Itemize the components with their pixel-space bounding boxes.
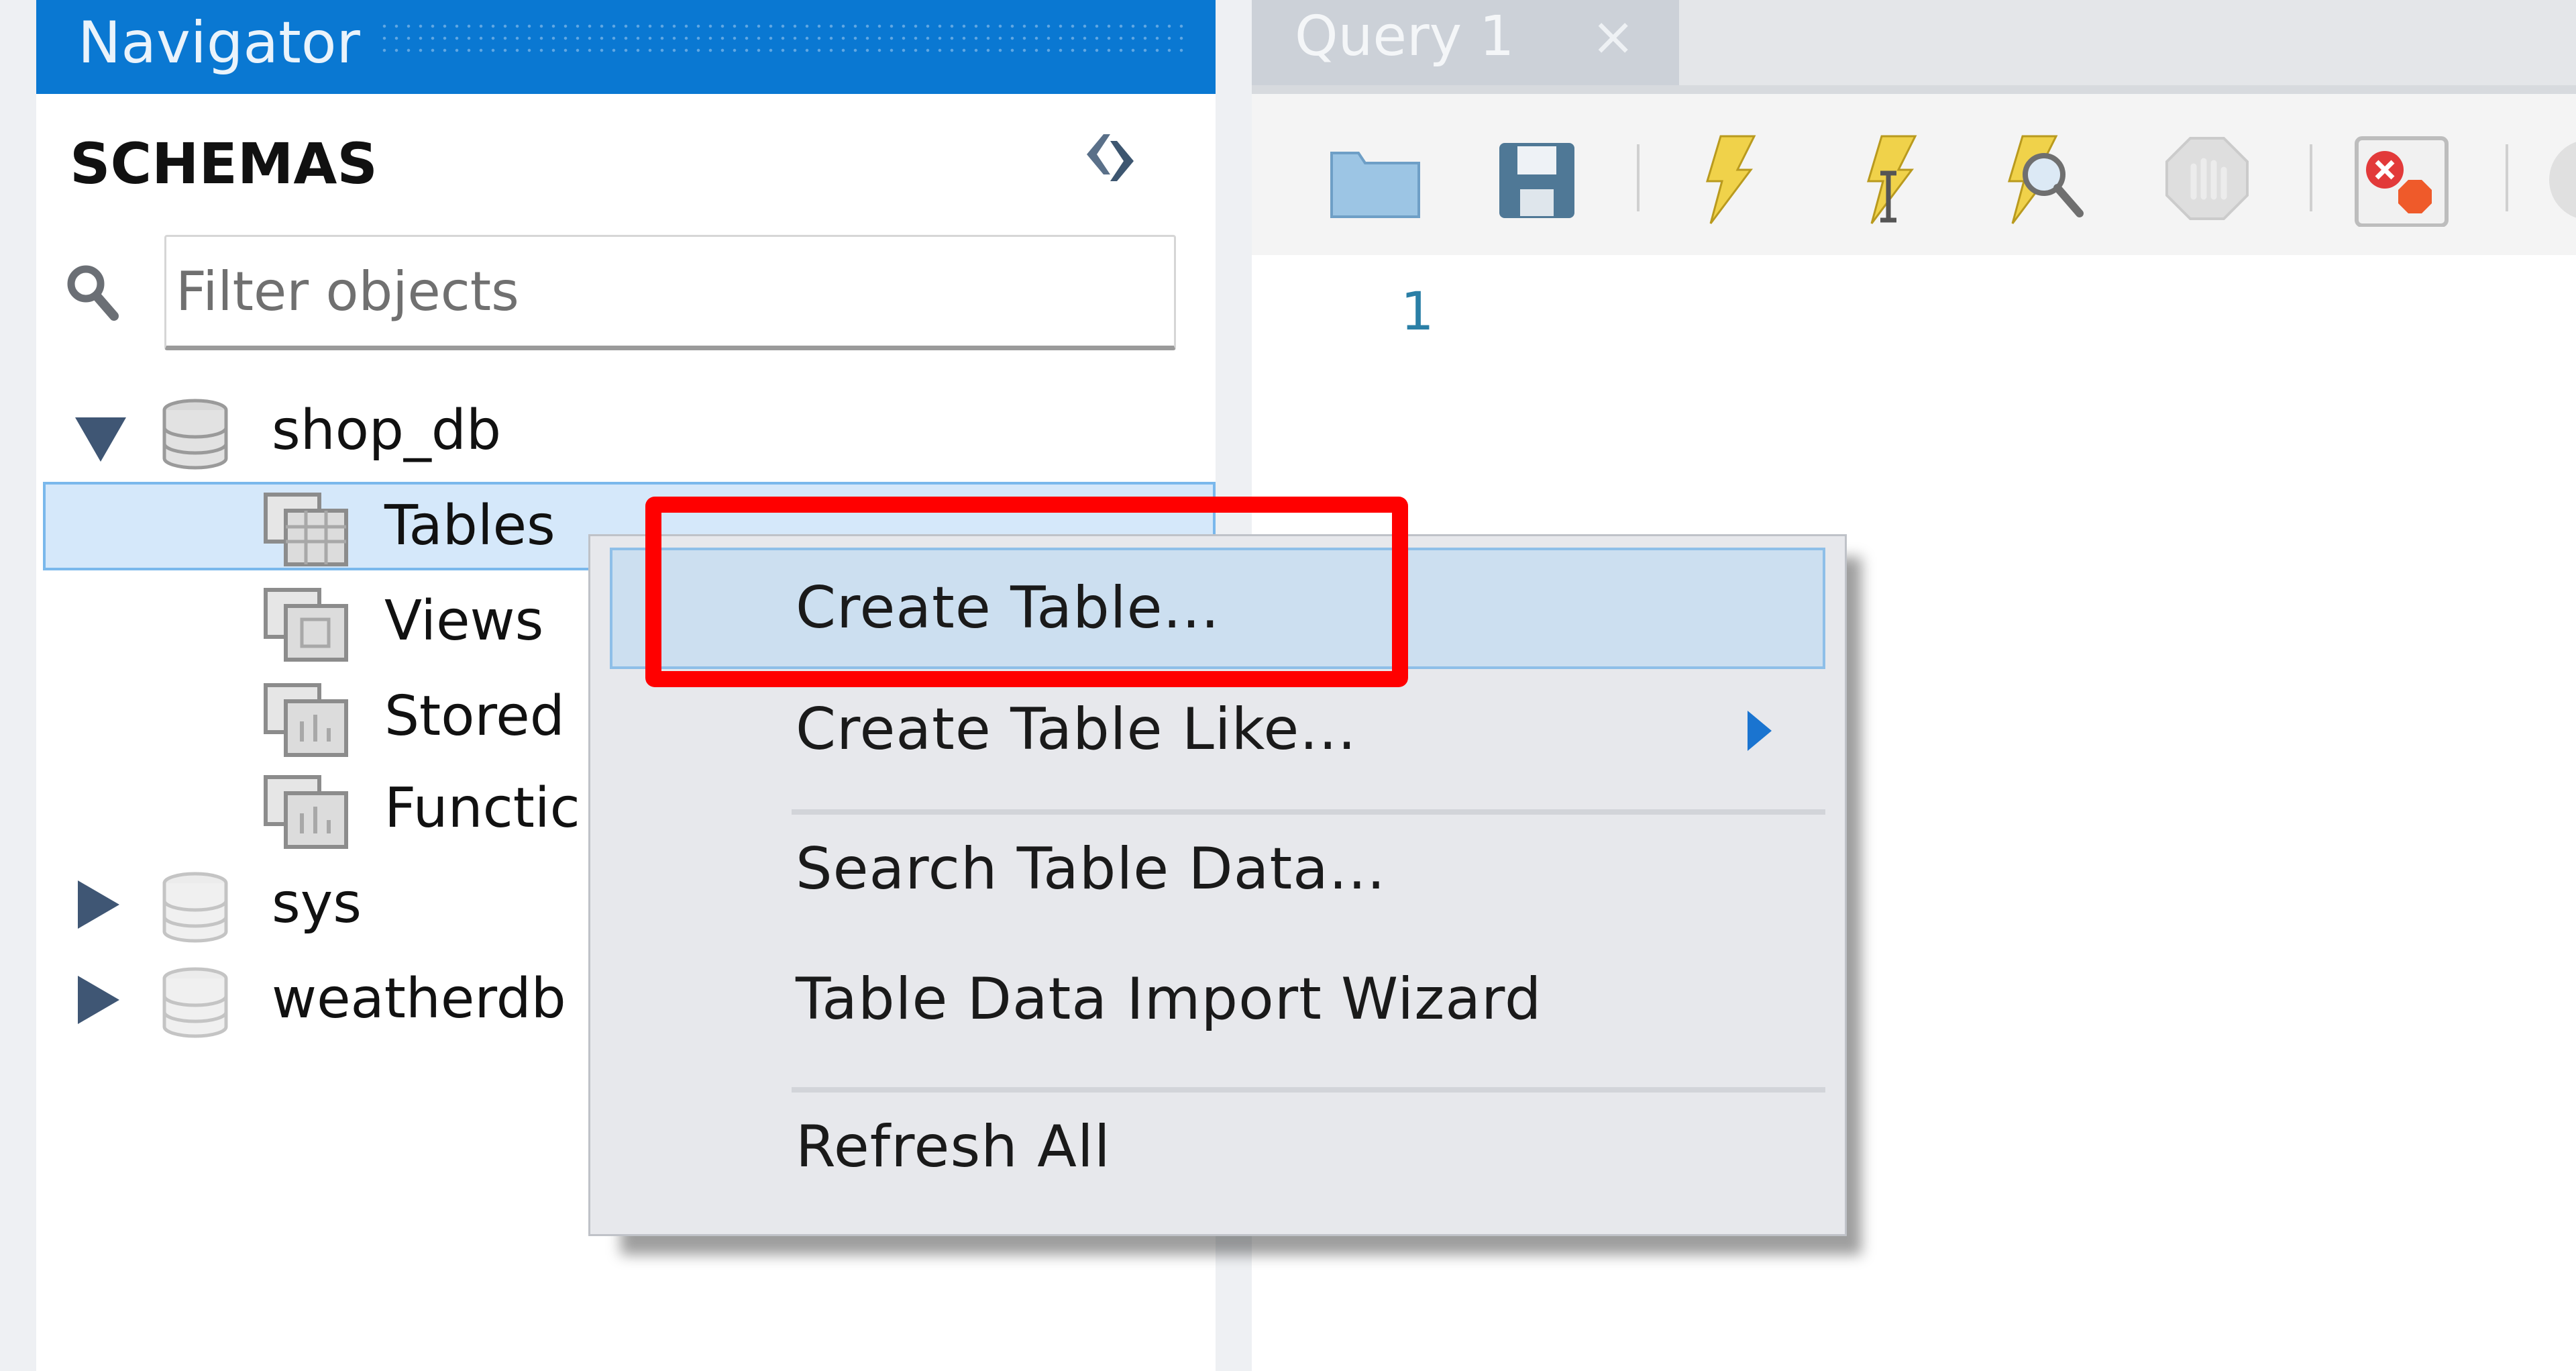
collapse-arrow-icon[interactable] [75,417,126,462]
submenu-arrow-icon [1748,711,1772,751]
tree-item-label: sys [272,872,362,935]
close-tab-icon[interactable]: × [1591,0,1635,74]
toolbar-separator [1637,144,1640,211]
tree-item-label: Functic [384,776,580,840]
functions-folder-icon [262,773,356,852]
lightning-magnifier-icon[interactable] [1996,133,2096,227]
toolbar-overflow-icon[interactable] [2542,133,2576,227]
expand-arrow-icon[interactable] [78,976,119,1024]
toolbar-separator [2310,144,2312,211]
tree-item-label: Views [384,589,544,653]
panel-drag-grip[interactable] [378,20,1189,60]
annotation-highlight-box [645,497,1408,687]
tab-query-1[interactable]: Query 1 × [1252,0,1679,85]
navigator-header: Navigator [36,0,1216,94]
tree-item-label: Stored [384,684,565,748]
tree-item-label: Tables [384,494,555,558]
expand-arrow-icon[interactable] [78,880,119,929]
line-number: 1 [1401,282,1434,342]
views-folder-icon [262,586,356,665]
error-stop-icon[interactable] [2351,133,2452,227]
tree-item-label: weatherdb [272,967,566,1031]
stop-hand-icon[interactable] [2157,133,2257,227]
menu-item-label: Search Table Data... [796,835,1386,903]
menu-item-search-table-data[interactable]: Search Table Data... [610,809,1825,930]
stored-procedures-folder-icon [262,681,356,760]
menu-item-label: Table Data Import Wizard [796,966,1542,1033]
lightning-cursor-icon[interactable] [1841,133,1942,227]
search-icon [62,258,122,325]
menu-item-label: Refresh All [796,1113,1111,1180]
tab-label: Query 1 [1295,5,1515,68]
floppy-disk-icon[interactable] [1489,133,1590,227]
database-icon [158,397,232,472]
tables-folder-icon [262,491,356,570]
lightning-icon[interactable] [1680,133,1781,227]
database-icon [158,965,232,1040]
menu-item-label: Create Table Like... [796,696,1357,763]
database-icon [158,870,232,945]
tree-item-shop-db[interactable]: shop_db [40,387,1216,474]
tree-item-label: shop_db [272,399,502,462]
menu-item-table-data-import-wizard[interactable]: Table Data Import Wizard [610,939,1825,1060]
toolbar-separator [2506,144,2508,211]
refresh-arrows-icon[interactable] [1073,128,1147,188]
menu-item-create-table-like[interactable]: Create Table Like... [610,669,1825,791]
filter-objects-input[interactable] [164,235,1176,350]
window-left-edge [0,0,36,1371]
menu-item-refresh-all[interactable]: Refresh All [610,1086,1825,1208]
navigator-title: Navigator [78,9,360,77]
schemas-section-label: SCHEMAS [70,131,378,197]
folder-icon[interactable] [1325,133,1426,227]
tab-bar-underline [1252,85,2576,94]
